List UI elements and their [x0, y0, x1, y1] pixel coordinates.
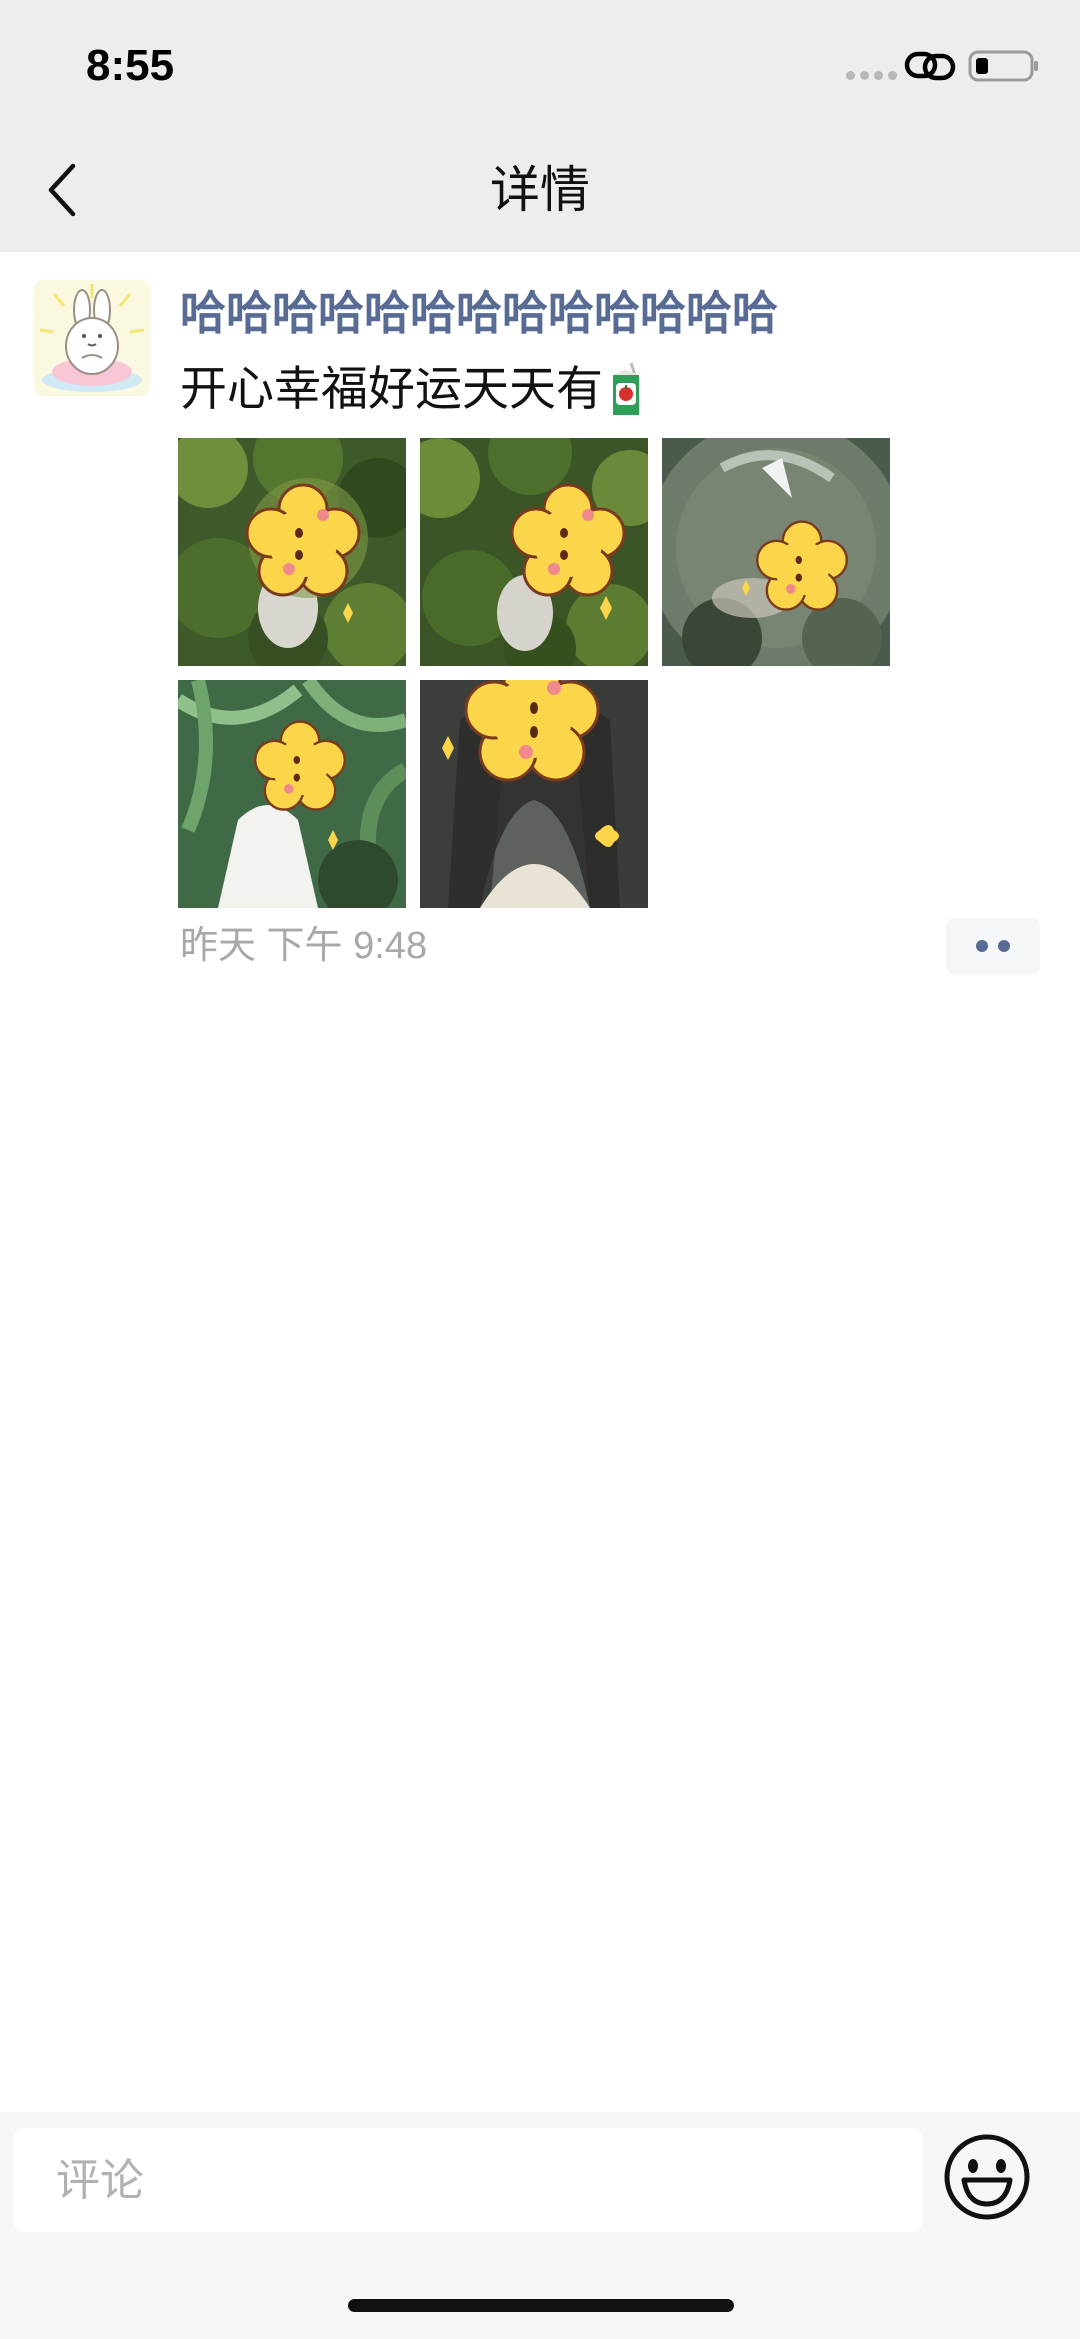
more-dots-icon: [976, 940, 988, 952]
photo-forest-1[interactable]: [178, 438, 406, 666]
post-time: 昨天 下午 9:48: [180, 925, 428, 967]
top-bar: 8:55 详情: [0, 0, 1080, 252]
photo-palm-girl[interactable]: [178, 680, 406, 908]
bunny-avatar: [34, 280, 150, 396]
post-text-row: 开心幸福好运天天有: [180, 358, 1040, 422]
status-time: 8:55: [86, 41, 175, 90]
comment-input[interactable]: [14, 2128, 922, 2232]
battery-icon: [968, 50, 1038, 82]
avatar[interactable]: [34, 280, 150, 396]
more-button[interactable]: [946, 918, 1040, 974]
home-indicator: [348, 2299, 734, 2312]
post-text: 开心幸福好运天天有: [180, 362, 603, 417]
post-author[interactable]: 哈哈哈哈哈哈哈哈哈哈哈哈哈: [180, 282, 1040, 344]
photo-grid: [178, 438, 890, 908]
signal-dots-icon: [846, 71, 897, 80]
page-title: 详情: [490, 161, 590, 219]
photo-portrait[interactable]: [420, 680, 648, 908]
photo-bubble[interactable]: [662, 438, 890, 666]
link-icon: [904, 51, 956, 81]
juice-box-icon: [613, 362, 639, 415]
smiley-icon[interactable]: [942, 2132, 1032, 2222]
photo-forest-2[interactable]: [420, 438, 648, 666]
